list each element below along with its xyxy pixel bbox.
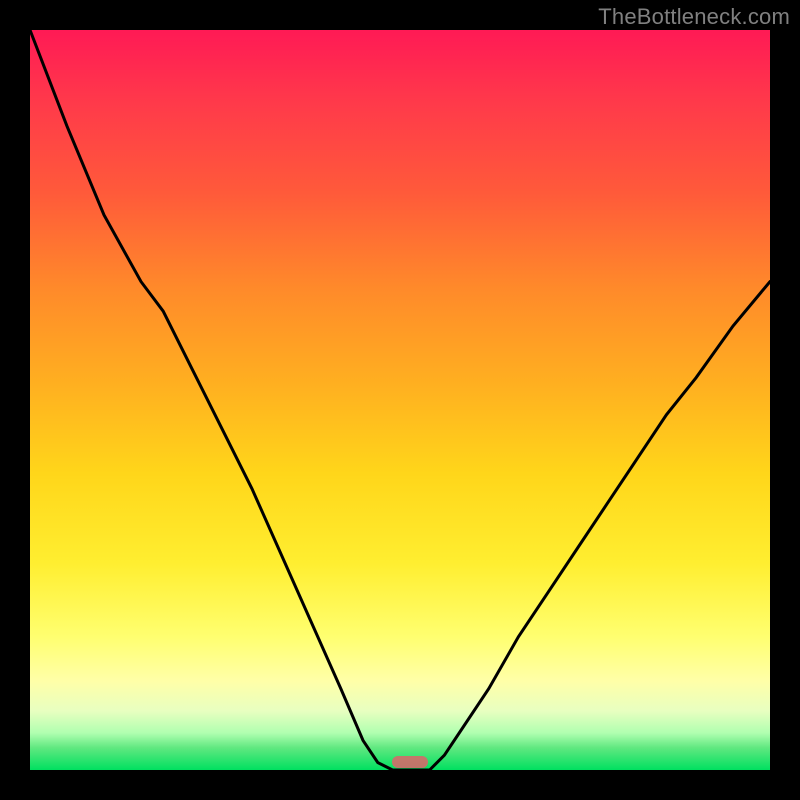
watermark-text: TheBottleneck.com [598, 4, 790, 30]
chart-frame: TheBottleneck.com [0, 0, 800, 800]
gradient-plot-area [30, 30, 770, 770]
bottleneck-curve [30, 30, 770, 770]
optimal-marker [392, 756, 428, 768]
